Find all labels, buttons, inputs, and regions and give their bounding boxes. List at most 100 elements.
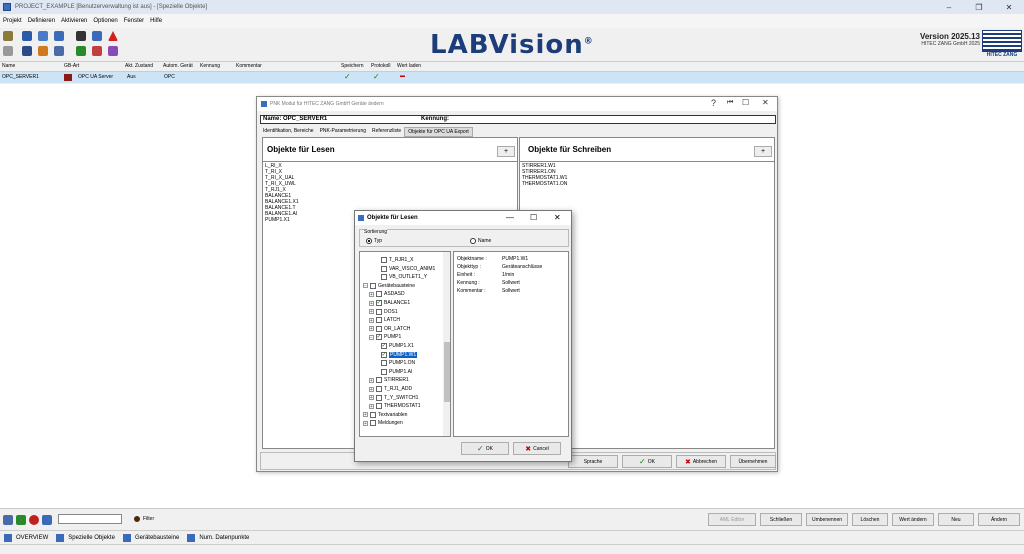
uebernehmen-button[interactable]: Übernehmen bbox=[730, 455, 776, 468]
okl-close-button[interactable]: ✕ bbox=[554, 213, 561, 222]
aml-editor-button[interactable]: AML Editor bbox=[708, 513, 756, 526]
expand-icon[interactable]: + bbox=[369, 291, 374, 297]
tree-node[interactable]: ✓ PUMP1.W1 bbox=[381, 351, 418, 359]
tree-checkbox[interactable]: ✓ bbox=[376, 334, 382, 341]
loeschen-button[interactable]: Löschen bbox=[852, 513, 888, 526]
graph-icon[interactable] bbox=[92, 46, 102, 56]
list-icon[interactable] bbox=[3, 515, 13, 525]
tab-geraetebausteine[interactable]: Gerätebausteine bbox=[135, 535, 179, 541]
barcode-icon[interactable] bbox=[76, 31, 86, 41]
okl-minimize-button[interactable]: — bbox=[506, 213, 514, 222]
analysis-icon[interactable] bbox=[108, 46, 118, 56]
tree-node[interactable]: PUMP1.AI bbox=[381, 368, 412, 376]
tree-node[interactable]: + T_Y_SWITCH1 bbox=[369, 394, 418, 402]
tree-checkbox[interactable] bbox=[370, 411, 376, 418]
device-icon[interactable] bbox=[22, 46, 32, 56]
expand-icon[interactable]: + bbox=[369, 403, 374, 409]
tree-checkbox[interactable] bbox=[370, 420, 376, 427]
umbenennen-button[interactable]: Umbenennen bbox=[806, 513, 848, 526]
col-wert-laden[interactable]: Wert laden bbox=[397, 63, 421, 69]
tree-node[interactable]: + STIRRER1 bbox=[369, 376, 409, 384]
menu-definieren[interactable]: Definieren bbox=[28, 18, 55, 24]
tree-node[interactable]: + THERMOSTAT1 bbox=[369, 402, 420, 410]
tree-checkbox[interactable] bbox=[381, 265, 387, 272]
okl-cancel-button[interactable]: ✖ Cancel bbox=[513, 442, 561, 455]
tree-scrollbar[interactable] bbox=[443, 252, 450, 436]
col-gb-art[interactable]: GB-Art bbox=[64, 63, 79, 69]
expand-icon[interactable]: + bbox=[369, 386, 374, 392]
list-item[interactable]: THERMOSTAT1.ON bbox=[522, 181, 772, 187]
tree-checkbox[interactable] bbox=[376, 308, 382, 315]
okl-maximize-button[interactable]: ☐ bbox=[530, 213, 537, 222]
col-zustand[interactable]: Akt. Zustand bbox=[125, 63, 153, 69]
pnk-close-button[interactable]: ✕ bbox=[762, 98, 769, 107]
tree-node[interactable]: + LATCH bbox=[369, 316, 400, 324]
tree-node[interactable]: + ✓ BALANCE1 bbox=[369, 299, 410, 307]
neu-button[interactable]: Neu bbox=[938, 513, 974, 526]
tab-overview[interactable]: OVERVIEW bbox=[16, 535, 48, 541]
chart-icon[interactable] bbox=[76, 46, 86, 56]
tree-checkbox[interactable] bbox=[381, 274, 387, 281]
expand-icon[interactable]: + bbox=[369, 309, 374, 315]
back-icon[interactable]: ⏮ bbox=[727, 99, 733, 107]
table-row[interactable]: OPC_SERVER1 OPC UA Server Aus OPC ✓ ✓ ▬ bbox=[0, 72, 1024, 83]
tab-num-datenpunkte[interactable]: Num. Datenpunkte bbox=[199, 535, 249, 541]
cell-protokoll[interactable]: ✓ bbox=[373, 72, 380, 81]
tree-checkbox[interactable] bbox=[376, 317, 382, 324]
table-icon[interactable] bbox=[54, 46, 64, 56]
collapse-icon[interactable]: − bbox=[363, 283, 368, 289]
tree-checkbox[interactable]: ✓ bbox=[381, 343, 387, 349]
collapse-icon[interactable]: − bbox=[369, 334, 374, 340]
expand-icon[interactable]: + bbox=[363, 412, 368, 418]
sprache-button[interactable]: Sprache bbox=[568, 455, 618, 468]
export-icon[interactable] bbox=[38, 46, 48, 56]
tab-identifikation[interactable]: Identifikation, Bereiche bbox=[260, 127, 317, 137]
home-icon[interactable] bbox=[3, 31, 13, 41]
sort-name-radio[interactable]: Name bbox=[470, 238, 491, 244]
expand-icon[interactable]: + bbox=[369, 300, 374, 306]
tree-node[interactable]: PUMP1.ON bbox=[381, 359, 415, 367]
tree-checkbox[interactable] bbox=[376, 394, 382, 401]
menu-hilfe[interactable]: Hilfe bbox=[150, 18, 162, 24]
menu-aktivieren[interactable]: Aktivieren bbox=[61, 18, 87, 24]
tab-opc-ua-export[interactable]: Objekte für OPC UA Export bbox=[404, 127, 473, 137]
tree-checkbox[interactable] bbox=[381, 257, 387, 263]
tree-node[interactable]: + DOS1 bbox=[369, 308, 398, 316]
tree-node[interactable]: + OR_LATCH bbox=[369, 325, 410, 333]
tree-node[interactable]: VB_OUTLET1_Y bbox=[381, 273, 427, 281]
expand-icon[interactable]: + bbox=[369, 395, 374, 401]
filter-input[interactable] bbox=[58, 514, 122, 524]
col-kommentar[interactable]: Kommentar bbox=[236, 63, 262, 69]
expand-icon[interactable]: + bbox=[369, 317, 374, 323]
cell-wert-laden[interactable]: ▬ bbox=[400, 73, 405, 79]
tree-icon[interactable] bbox=[16, 515, 26, 525]
tree-checkbox[interactable] bbox=[376, 377, 382, 384]
tree-node[interactable]: − ✓ PUMP1 bbox=[369, 333, 401, 341]
expand-icon[interactable]: + bbox=[369, 326, 374, 332]
menu-projekt[interactable]: Projekt bbox=[3, 18, 22, 24]
tree-node[interactable]: + Meldungen bbox=[363, 419, 403, 427]
scroll-thumb[interactable] bbox=[444, 342, 450, 402]
refresh-icon[interactable] bbox=[38, 31, 48, 41]
export2-icon[interactable] bbox=[42, 515, 52, 525]
tree-checkbox[interactable] bbox=[376, 403, 382, 410]
aendern-button[interactable]: Ändern bbox=[978, 513, 1020, 526]
tree-node[interactable]: T_RJR1_X bbox=[381, 256, 413, 264]
expand-icon[interactable]: + bbox=[363, 420, 368, 426]
tree-node[interactable]: + ASDASD bbox=[369, 290, 405, 298]
abbrechen-button[interactable]: ✖ Abbrechen bbox=[676, 455, 726, 468]
schliessen-button[interactable]: Schließen bbox=[760, 513, 802, 526]
tab-spezielle-objekte[interactable]: Spezielle Objekte bbox=[68, 535, 115, 541]
col-kennung[interactable]: Kennung bbox=[200, 63, 220, 69]
tree-checkbox[interactable] bbox=[370, 282, 376, 289]
menu-optionen[interactable]: Optionen bbox=[93, 18, 117, 24]
close-button[interactable]: ✕ bbox=[994, 0, 1024, 14]
stop-icon[interactable] bbox=[29, 515, 39, 525]
tab-pnk-parametrierung[interactable]: PNK-Parametrierung bbox=[317, 127, 369, 137]
tree-checkbox[interactable] bbox=[376, 291, 382, 298]
tab-referenzliste[interactable]: Referenzliste bbox=[369, 127, 404, 137]
expand-icon[interactable]: + bbox=[369, 377, 374, 383]
wert-aendern-button[interactable]: Wert ändern bbox=[892, 513, 934, 526]
window-icon[interactable] bbox=[92, 31, 102, 41]
menu-fenster[interactable]: Fenster bbox=[124, 18, 144, 24]
